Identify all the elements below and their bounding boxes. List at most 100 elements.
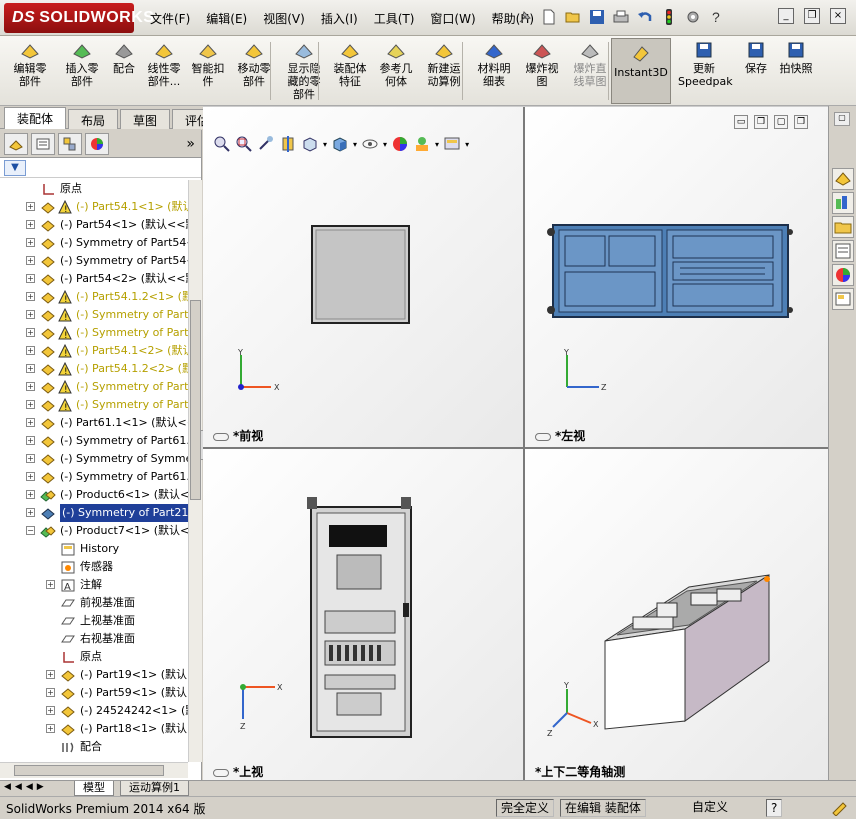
hide-show-items-icon[interactable] (361, 135, 379, 153)
appearances-scenes-icon[interactable] (832, 264, 854, 286)
apply-scene-icon[interactable] (413, 135, 431, 153)
expand-icon[interactable]: + (26, 202, 35, 211)
view-orientation-icon[interactable] (301, 135, 319, 153)
expand-icon[interactable]: + (26, 256, 35, 265)
link-views-icon[interactable] (213, 432, 229, 441)
pin-icon[interactable] (516, 8, 534, 26)
viewport-front[interactable]: ▾ ▾ ▾ ▾ ▾ Y X *前视 (203, 107, 523, 447)
graphics-area[interactable]: ▾ ▾ ▾ ▾ ▾ Y X *前视 ▭ ❐ ▢ ❐ Y Z *左视 X Z *上… (203, 106, 828, 781)
solidworks-logo[interactable]: DS SOLIDWORKS (4, 3, 154, 33)
tree-item[interactable]: + (-) Symmetry of Part61.1- (0, 432, 188, 450)
expand-icon[interactable]: + (26, 328, 35, 337)
menu-item[interactable]: 文件(F) (150, 10, 190, 27)
ribbon-button[interactable]: 拍快照 (770, 40, 822, 75)
tree-item[interactable]: 原点 (0, 648, 188, 666)
tree-item[interactable]: +! (-) Symmetry of Part54 (0, 396, 188, 414)
save-icon[interactable] (588, 8, 606, 26)
feature-manager-tab-icon[interactable] (4, 132, 28, 155)
menu-item[interactable]: 窗口(W) (430, 10, 475, 27)
tree-item[interactable]: + (-) Part59<1> (默认< (0, 684, 188, 702)
cabinet-top-model[interactable] (307, 493, 415, 741)
tree-item[interactable]: + (-) Symmetry of Part61.1- (0, 468, 188, 486)
more-tabs-icon[interactable]: » (186, 136, 195, 152)
tab-model[interactable]: 模型 (74, 781, 114, 796)
expand-icon[interactable]: + (46, 724, 55, 733)
expand-icon[interactable]: + (26, 382, 35, 391)
collapse-icon[interactable]: − (26, 526, 35, 535)
custom-properties-icon[interactable] (832, 288, 854, 310)
ribbon-button[interactable]: 材料明 细表 (468, 40, 520, 88)
tree-item[interactable]: + (-) Symmetry of Part21<1 (0, 504, 188, 522)
expand-icon[interactable]: + (26, 454, 35, 463)
ribbon-button[interactable]: 参考几 何体 (370, 40, 422, 88)
display-manager-tab-icon[interactable] (85, 132, 109, 155)
tab-2[interactable]: 草图 (120, 109, 171, 129)
dropdown-caret-icon[interactable]: ▾ (435, 140, 439, 149)
tree-item[interactable]: +! (-) Part54.1.2<1> (默认 (0, 288, 188, 306)
open-folder-icon[interactable] (564, 8, 582, 26)
ribbon-button[interactable]: 更新 Speedpak (678, 40, 733, 88)
tree-item[interactable]: + (-) Part61.1<1> (默认<< (0, 414, 188, 432)
tree-item[interactable]: − (-) Product7<1> (默认<默 (0, 522, 188, 540)
rebuild-status-icon[interactable] (830, 800, 848, 816)
tab-1[interactable]: 布局 (68, 109, 119, 129)
previous-view-icon[interactable] (257, 135, 275, 153)
tree-item[interactable]: History (0, 540, 188, 558)
tree-item[interactable]: 前视基准面 (0, 594, 188, 612)
link-views-icon[interactable] (535, 432, 551, 441)
expand-icon[interactable]: + (46, 706, 55, 715)
expand-icon[interactable]: + (46, 670, 55, 679)
expand-icon[interactable]: + (26, 508, 35, 517)
tree-item[interactable]: + (-) Symmetry of Symmetry (0, 450, 188, 468)
minimize-icon[interactable]: _ (778, 8, 794, 24)
expand-icon[interactable]: + (26, 400, 35, 409)
close-icon[interactable]: × (830, 8, 846, 24)
expand-icon[interactable]: + (46, 688, 55, 697)
tree-item[interactable]: + (-) Part18<1> (默认< (0, 720, 188, 738)
tree-item[interactable]: + (-) Part54<1> (默认<<默 (0, 216, 188, 234)
tree-horizontal-scrollbar[interactable] (0, 762, 188, 778)
tab-navigation-arrows-icon[interactable]: ◀◀◀▶ (4, 782, 48, 792)
dropdown-caret-icon[interactable]: ▾ (383, 140, 387, 149)
tree-vertical-scrollbar[interactable] (188, 180, 202, 762)
tab-motion-study[interactable]: 运动算例1 (120, 781, 189, 796)
tab-0[interactable]: 装配体 (4, 107, 67, 129)
view-minimize-icon[interactable]: ▭ (734, 115, 748, 129)
section-view-icon[interactable] (279, 135, 297, 153)
expand-icon[interactable]: + (26, 490, 35, 499)
dropdown-caret-icon[interactable]: ▾ (353, 140, 357, 149)
filter-icon[interactable]: ▼ (4, 160, 26, 176)
view-link-icon[interactable]: ▢ (774, 115, 788, 129)
expand-icon[interactable]: + (26, 292, 35, 301)
view-settings-icon[interactable] (443, 135, 461, 153)
expand-icon[interactable]: + (26, 274, 35, 283)
zoom-to-area-icon[interactable] (235, 135, 253, 153)
viewport-horizontal-splitter[interactable] (203, 447, 828, 449)
ribbon-button[interactable]: 爆炸视 图 (516, 40, 568, 88)
viewport-isometric[interactable]: Y X Z *上下二等角轴测 (525, 449, 828, 781)
ribbon-button[interactable]: 显示隐 藏的零 部件 (278, 40, 330, 101)
viewport-vertical-splitter[interactable] (523, 107, 525, 781)
tree-item[interactable]: +! (-) Part54.1.2<2> (默认 (0, 360, 188, 378)
tree-item[interactable]: +! (-) Part54.1<2> (默认< (0, 342, 188, 360)
tree-item[interactable]: 配合 (0, 738, 188, 756)
tree-item[interactable]: + (-) Product6<1> (默认<默 (0, 486, 188, 504)
cabinet-front-model[interactable] (311, 225, 411, 325)
help-status-icon[interactable]: ? (766, 799, 782, 817)
options-gear-icon[interactable] (684, 8, 702, 26)
menu-item[interactable]: 编辑(E) (206, 10, 247, 27)
expand-icon[interactable]: + (26, 364, 35, 373)
view-close-icon[interactable]: ❐ (794, 115, 808, 129)
restore-icon[interactable]: ❐ (804, 8, 820, 24)
expand-icon[interactable]: + (26, 238, 35, 247)
link-views-icon[interactable] (213, 768, 229, 777)
tree-item[interactable]: +! (-) Symmetry of Part54 (0, 324, 188, 342)
tree-item[interactable]: + (-) Part19<1> (默认< (0, 666, 188, 684)
view-palette-icon[interactable] (832, 240, 854, 262)
new-document-icon[interactable] (540, 8, 558, 26)
display-style-icon[interactable] (331, 135, 349, 153)
cabinet-left-model[interactable] (545, 222, 795, 322)
expand-icon[interactable]: + (26, 220, 35, 229)
edit-appearance-icon[interactable] (391, 135, 409, 153)
instant3d-button[interactable]: Instant3D (611, 38, 671, 104)
